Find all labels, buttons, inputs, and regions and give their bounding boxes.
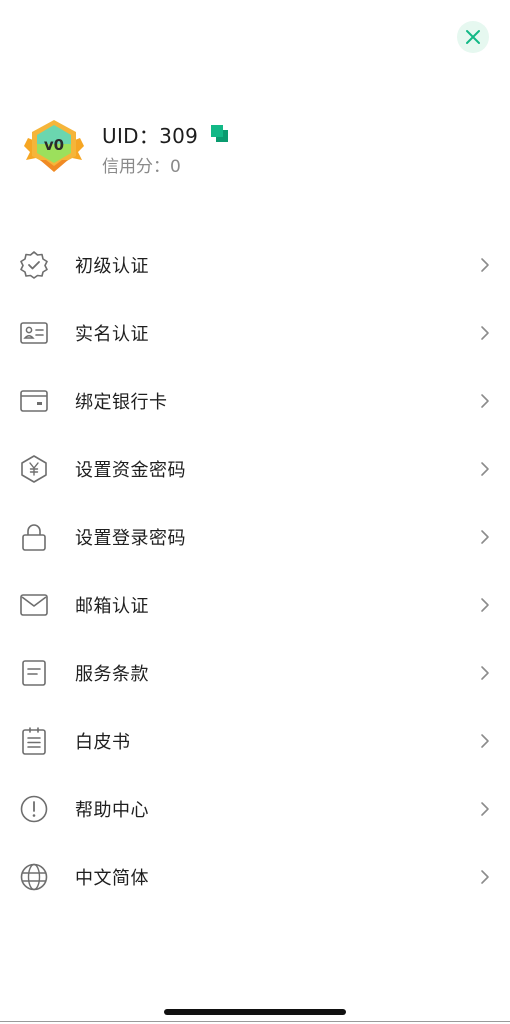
document-icon <box>19 658 49 688</box>
menu-item-real-name-verification[interactable]: 实名认证 <box>0 299 510 367</box>
settings-menu: 初级认证 实名认证 绑定银行卡 设置资金密码 设置登录密码 邮箱认证 服务条款 … <box>0 231 510 911</box>
help-icon <box>19 794 49 824</box>
id-card-icon <box>19 318 49 348</box>
menu-label: 设置资金密码 <box>75 460 186 481</box>
menu-label: 初级认证 <box>75 256 149 277</box>
yuan-shield-icon <box>19 454 49 484</box>
menu-label: 绑定银行卡 <box>75 392 168 413</box>
menu-label: 帮助中心 <box>75 800 149 821</box>
chevron-right-icon <box>478 256 492 274</box>
menu-item-bind-bank-card[interactable]: 绑定银行卡 <box>0 367 510 435</box>
menu-item-help-center[interactable]: 帮助中心 <box>0 775 510 843</box>
menu-label: 白皮书 <box>75 732 131 753</box>
chevron-right-icon <box>478 732 492 750</box>
menu-label: 中文简体 <box>75 868 149 889</box>
menu-item-whitepaper[interactable]: 白皮书 <box>0 707 510 775</box>
clipboard-icon <box>19 726 49 756</box>
chevron-right-icon <box>478 324 492 342</box>
chevron-right-icon <box>478 460 492 478</box>
menu-label: 实名认证 <box>75 324 149 345</box>
credit-score: 信用分：0 <box>102 157 181 177</box>
lock-icon <box>19 522 49 552</box>
menu-item-language[interactable]: 中文简体 <box>0 843 510 911</box>
menu-label: 服务条款 <box>75 664 149 685</box>
home-indicator[interactable] <box>164 1009 346 1015</box>
chevron-right-icon <box>478 800 492 818</box>
globe-icon <box>19 862 49 892</box>
menu-label: 邮箱认证 <box>75 596 149 617</box>
menu-item-set-fund-password[interactable]: 设置资金密码 <box>0 435 510 503</box>
level-badge: v0 <box>22 116 86 176</box>
bottom-divider <box>0 1021 510 1022</box>
close-button[interactable] <box>457 21 489 53</box>
uid-row: UID：309 <box>102 120 230 148</box>
chevron-right-icon <box>478 392 492 410</box>
wallet-card-icon <box>19 386 49 416</box>
badge-label: v0 <box>44 136 64 154</box>
copy-icon[interactable] <box>210 124 230 144</box>
chevron-right-icon <box>478 596 492 614</box>
menu-item-set-login-password[interactable]: 设置登录密码 <box>0 503 510 571</box>
menu-item-terms-of-service[interactable]: 服务条款 <box>0 639 510 707</box>
close-icon <box>465 29 481 45</box>
menu-item-basic-verification[interactable]: 初级认证 <box>0 231 510 299</box>
mail-icon <box>19 590 49 620</box>
chevron-right-icon <box>478 868 492 886</box>
menu-label: 设置登录密码 <box>75 528 186 549</box>
verified-badge-icon <box>19 250 49 280</box>
chevron-right-icon <box>478 528 492 546</box>
account-drawer: v0 UID：309 信用分：0 初级认证 实名认证 绑定银行卡 设置资金密码 … <box>0 0 510 1024</box>
profile-section: v0 UID：309 信用分：0 <box>22 112 482 182</box>
menu-item-email-verification[interactable]: 邮箱认证 <box>0 571 510 639</box>
uid-label: UID：309 <box>102 123 199 148</box>
chevron-right-icon <box>478 664 492 682</box>
